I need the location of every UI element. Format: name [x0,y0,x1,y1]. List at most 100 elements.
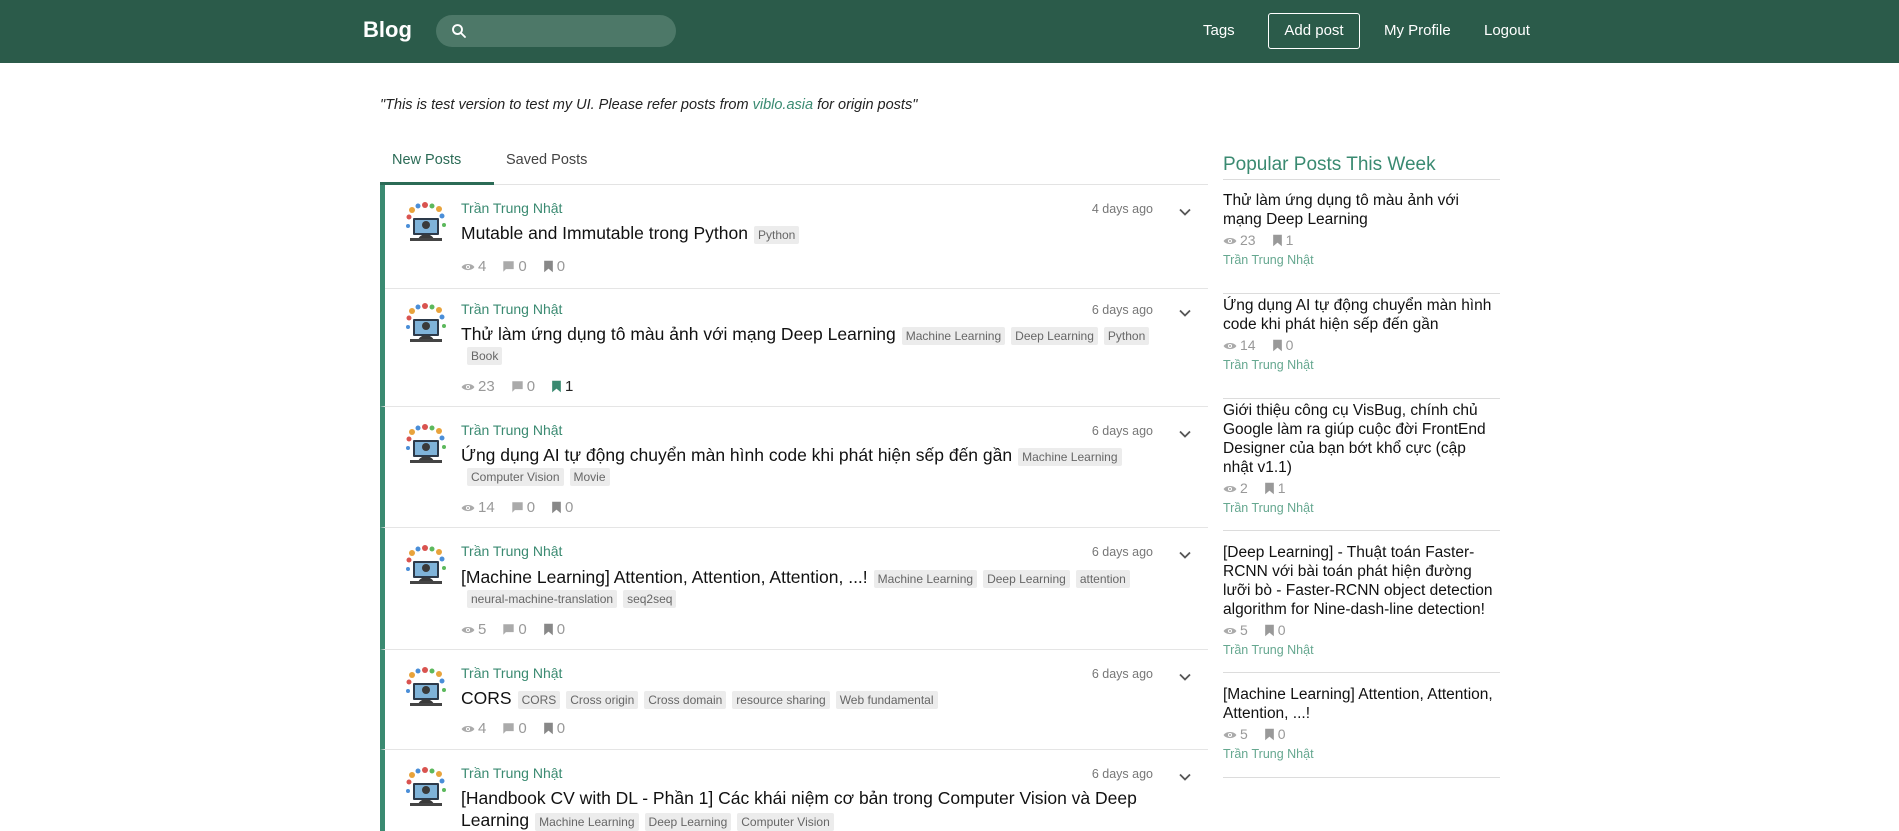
post-item[interactable]: Trần Trung Nhật 6 days ago Ứng dụng AI tự … [380,407,1208,528]
post-title[interactable]: [Machine Learning] Attention, Attention,… [461,567,868,587]
post-tag[interactable]: Python [1103,326,1150,345]
post-item[interactable]: Trần Trung Nhật 6 days ago [Handbook CV wi… [380,750,1208,831]
popular-post-author[interactable]: Trần Trung Nhật [1223,501,1500,515]
popular-post-author[interactable]: Trần Trung Nhật [1223,643,1500,657]
post-title[interactable]: Mutable and Immutable trong Python [461,223,748,243]
brand-logo[interactable]: Blog [363,17,412,43]
author-avatar[interactable] [404,201,448,245]
post-tag[interactable]: CORS [517,690,561,709]
author-avatar[interactable] [404,666,448,710]
popular-post-title[interactable]: Giới thiệu công cụ VisBug, chính chủ Goo… [1223,401,1500,477]
add-post-button[interactable]: Add post [1268,13,1360,49]
eye-icon [461,504,475,512]
post-tag[interactable]: attention [1075,569,1130,588]
chevron-down-icon[interactable] [1178,205,1192,219]
notice-text-before: "This is test version to test my UI. Ple… [380,97,753,113]
post-item[interactable]: Trần Trung Nhật 4 days ago Mutable and Imm… [380,185,1208,289]
popular-post-author[interactable]: Trần Trung Nhật [1223,747,1500,761]
bookmarks-count[interactable]: 0 [543,720,565,737]
viblo-link[interactable]: viblo.asia [753,97,813,113]
post-tag[interactable]: Web fundamental [835,690,938,709]
post-item[interactable]: Trần Trung Nhật 6 days ago [Machine Learni… [380,528,1208,650]
chevron-down-icon[interactable] [1178,770,1192,784]
popular-post-title[interactable]: Ứng dụng AI tự động chuyển màn hình code… [1223,296,1500,334]
views-count: 23 [1223,232,1256,248]
bookmarks-count[interactable]: 0 [543,258,565,275]
post-author[interactable]: Trần Trung Nhật [461,200,562,216]
search-input[interactable] [476,21,666,41]
popular-post-item[interactable]: [Machine Learning] Attention, Attention,… [1223,685,1500,761]
post-tag[interactable]: Deep Learning [644,812,732,831]
post-stats: 4 0 0 [461,720,581,737]
bookmarks-value: 1 [1285,232,1294,248]
post-item[interactable]: Trần Trung Nhật 6 days ago CORS CORS Cross o… [380,650,1208,750]
chevron-down-icon[interactable] [1178,306,1192,320]
popular-post-item[interactable]: Ứng dụng AI tự động chuyển màn hình code… [1223,296,1500,372]
tab-saved-posts[interactable]: Saved Posts [506,152,587,168]
views-count: 5 [1223,726,1248,742]
author-avatar[interactable] [404,544,448,588]
chevron-down-icon[interactable] [1178,548,1192,562]
post-title[interactable]: CORS [461,688,512,708]
post-title[interactable]: Thử làm ứng dụng tô màu ảnh với mạng Dee… [461,324,896,344]
post-tag[interactable]: Deep Learning [1011,326,1098,345]
post-title[interactable]: Ứng dụng AI tự động chuyển màn hình code… [461,445,1012,465]
post-tag[interactable]: Machine Learning [535,812,639,831]
bookmarks-count[interactable]: 0 [551,499,573,516]
post-tag[interactable]: Machine Learning [1018,447,1122,466]
post-title-row: Ứng dụng AI tự động chuyển màn hình code… [461,445,1161,487]
tab-new-posts[interactable]: New Posts [380,152,494,185]
post-author[interactable]: Trần Trung Nhật [461,665,562,681]
post-tag[interactable]: Movie [569,467,610,486]
author-avatar[interactable] [404,302,448,346]
test-notice: "This is test version to test my UI. Ple… [380,97,917,113]
post-tag[interactable]: Python [753,225,800,244]
post-tag[interactable]: Book [467,346,503,365]
popular-post-item[interactable]: Thử làm ứng dụng tô màu ảnh với mạng Dee… [1223,191,1500,267]
popular-post-author[interactable]: Trần Trung Nhật [1223,253,1500,267]
author-avatar[interactable] [404,423,448,467]
popular-post-title[interactable]: Thử làm ứng dụng tô màu ảnh với mạng Dee… [1223,191,1500,229]
post-tag[interactable]: Machine Learning [873,569,978,588]
comments-count: 0 [502,720,527,737]
nav-logout-link[interactable]: Logout [1484,22,1530,39]
post-title-row: Thử làm ứng dụng tô màu ảnh với mạng Dee… [461,324,1161,366]
bookmarks-count[interactable]: 1 [551,378,573,395]
popular-post-author[interactable]: Trần Trung Nhật [1223,358,1500,372]
views-count: 5 [461,621,486,638]
post-author[interactable]: Trần Trung Nhật [461,765,562,781]
post-item[interactable]: Trần Trung Nhật 6 days ago Thử làm ứng dụn… [380,286,1208,407]
comments-value: 0 [526,499,536,516]
nav-profile-link[interactable]: My Profile [1384,22,1451,39]
post-tag[interactable]: Machine Learning [901,326,1006,345]
post-title-row: [Machine Learning] Attention, Attention,… [461,567,1161,609]
notice-text-after: for origin posts" [813,97,918,113]
author-avatar[interactable] [404,766,448,810]
post-author[interactable]: Trần Trung Nhật [461,422,562,438]
post-tag[interactable]: neural-machine-translation [467,589,618,608]
chevron-down-icon[interactable] [1178,670,1192,684]
popular-post-item[interactable]: Giới thiệu công cụ VisBug, chính chủ Goo… [1223,401,1500,515]
chevron-down-icon[interactable] [1178,427,1192,441]
post-author[interactable]: Trần Trung Nhật [461,543,562,559]
post-tag[interactable]: Computer Vision [467,467,564,486]
post-tag[interactable]: Computer Vision [737,812,834,831]
comments-count: 0 [502,621,527,638]
post-tag[interactable]: resource sharing [732,690,830,709]
search-box[interactable] [436,15,676,47]
post-tabs: New Posts Saved Posts [380,140,1208,185]
divider [1223,293,1500,294]
popular-post-title[interactable]: [Deep Learning] - Thuật toán Faster-RCNN… [1223,543,1500,619]
popular-post-title[interactable]: [Machine Learning] Attention, Attention,… [1223,685,1500,723]
post-tag[interactable]: seq2seq [623,589,677,608]
post-author[interactable]: Trần Trung Nhật [461,301,562,317]
post-tag[interactable]: Deep Learning [983,569,1070,588]
bookmarks-count[interactable]: 0 [543,621,565,638]
views-value: 5 [1240,622,1248,638]
post-tag[interactable]: Cross domain [644,690,727,709]
post-tag[interactable]: Cross origin [566,690,639,709]
divider [1223,672,1500,673]
eye-icon [461,383,475,391]
popular-post-item[interactable]: [Deep Learning] - Thuật toán Faster-RCNN… [1223,543,1500,657]
nav-tags-link[interactable]: Tags [1203,22,1235,39]
